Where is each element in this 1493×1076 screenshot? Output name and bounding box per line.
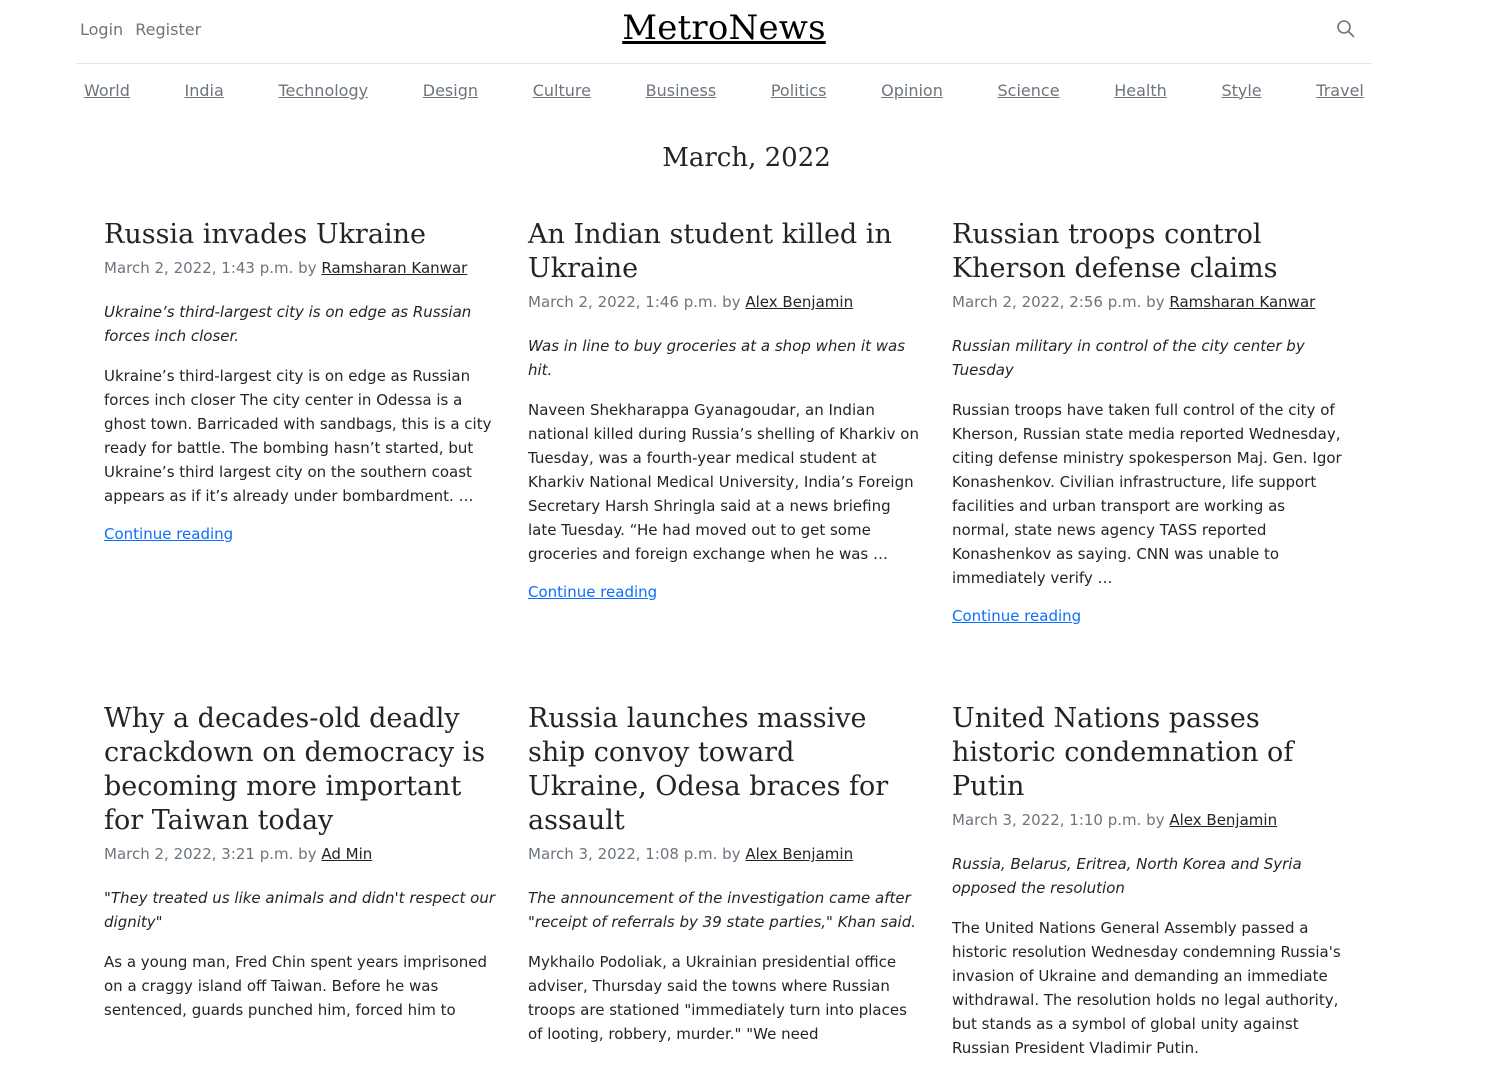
nav-business[interactable]: Business [646, 81, 717, 100]
post-excerpt: Russian troops have taken full control o… [952, 401, 1342, 587]
author-link[interactable]: Alex Benjamin [745, 293, 853, 311]
post-meta: March 3, 2022, 1:08 p.m. by Alex Benjami… [528, 842, 920, 866]
post-lead: The announcement of the investigation ca… [528, 889, 916, 931]
continue-reading-link[interactable]: Continue reading [528, 583, 657, 601]
post-meta: March 2, 2022, 3:21 p.m. by Ad Min [104, 842, 496, 866]
post-meta: March 2, 2022, 2:56 p.m. by Ramsharan Ka… [952, 290, 1344, 314]
post-date: March 3, 2022, 1:08 p.m. by [528, 845, 741, 863]
post-lead: Was in line to buy groceries at a shop w… [528, 337, 906, 379]
nav-travel[interactable]: Travel [1316, 81, 1364, 100]
post-title: An Indian student killed in Ukraine [528, 219, 892, 284]
site-brand[interactable]: MetroNews [76, 8, 1372, 48]
post-lead: "They treated us like animals and didn't… [104, 889, 496, 931]
post-title: Russia launches massive ship convoy towa… [528, 703, 889, 836]
nav-india[interactable]: India [185, 81, 224, 100]
post-meta: March 2, 2022, 1:43 p.m. by Ramsharan Ka… [104, 256, 496, 280]
post-meta: March 2, 2022, 1:46 p.m. by Alex Benjami… [528, 290, 920, 314]
post-lead: Ukraine’s third-largest city is on edge … [104, 303, 472, 345]
post-title: Russia invades Ukraine [104, 219, 426, 250]
top-bar: Login Register MetroNews [76, 0, 1372, 64]
posts-row: Russia invades Ukraine March 2, 2022, 1:… [104, 218, 1352, 625]
post-date: March 2, 2022, 3:21 p.m. by [104, 845, 317, 863]
post-excerpt: Ukraine’s third-largest city is on edge … [104, 367, 492, 505]
nav-style[interactable]: Style [1221, 81, 1261, 100]
post-date: March 2, 2022, 1:46 p.m. by [528, 293, 741, 311]
post-excerpt: The United Nations General Assembly pass… [952, 919, 1341, 1057]
author-link[interactable]: Alex Benjamin [745, 845, 853, 863]
nav-politics[interactable]: Politics [771, 81, 827, 100]
nav-opinion[interactable]: Opinion [881, 81, 943, 100]
post-excerpt: Mykhailo Podoliak, a Ukrainian president… [528, 953, 907, 1043]
author-link[interactable]: Alex Benjamin [1169, 811, 1277, 829]
nav-design[interactable]: Design [423, 81, 478, 100]
post-card: An Indian student killed in Ukraine Marc… [528, 218, 920, 625]
author-link[interactable]: Ad Min [321, 845, 372, 863]
post-card: Russia invades Ukraine March 2, 2022, 1:… [104, 218, 496, 625]
continue-reading-link[interactable]: Continue reading [104, 525, 233, 543]
nav-health[interactable]: Health [1114, 81, 1167, 100]
post-date: March 2, 2022, 2:56 p.m. by [952, 293, 1165, 311]
search-icon[interactable] [1336, 19, 1356, 39]
post-excerpt: As a young man, Fred Chin spent years im… [104, 953, 487, 1019]
nav-culture[interactable]: Culture [533, 81, 591, 100]
post-lead: Russian military in control of the city … [952, 337, 1305, 379]
post-title: Why a decades-old deadly crackdown on de… [104, 703, 486, 836]
archive-title: March, 2022 [662, 143, 831, 173]
nav-science[interactable]: Science [998, 81, 1060, 100]
post-card: Russian troops control Kherson defense c… [952, 218, 1344, 625]
post-date: March 2, 2022, 1:43 p.m. by [104, 259, 317, 277]
post-title: United Nations passes historic condemnat… [952, 703, 1294, 802]
category-nav: World India Technology Design Culture Bu… [76, 64, 1372, 116]
continue-reading-link[interactable]: Continue reading [952, 607, 1081, 625]
nav-world[interactable]: World [84, 81, 130, 100]
post-lead: Russia, Belarus, Eritrea, North Korea an… [952, 855, 1302, 897]
post-excerpt: Naveen Shekharappa Gyanagoudar, an India… [528, 401, 919, 563]
post-meta: March 3, 2022, 1:10 p.m. by Alex Benjami… [952, 808, 1344, 832]
author-link[interactable]: Ramsharan Kanwar [1169, 293, 1315, 311]
post-date: March 3, 2022, 1:10 p.m. by [952, 811, 1165, 829]
post-title: Russian troops control Kherson defense c… [952, 219, 1278, 284]
author-link[interactable]: Ramsharan Kanwar [321, 259, 467, 277]
nav-technology[interactable]: Technology [278, 81, 368, 100]
